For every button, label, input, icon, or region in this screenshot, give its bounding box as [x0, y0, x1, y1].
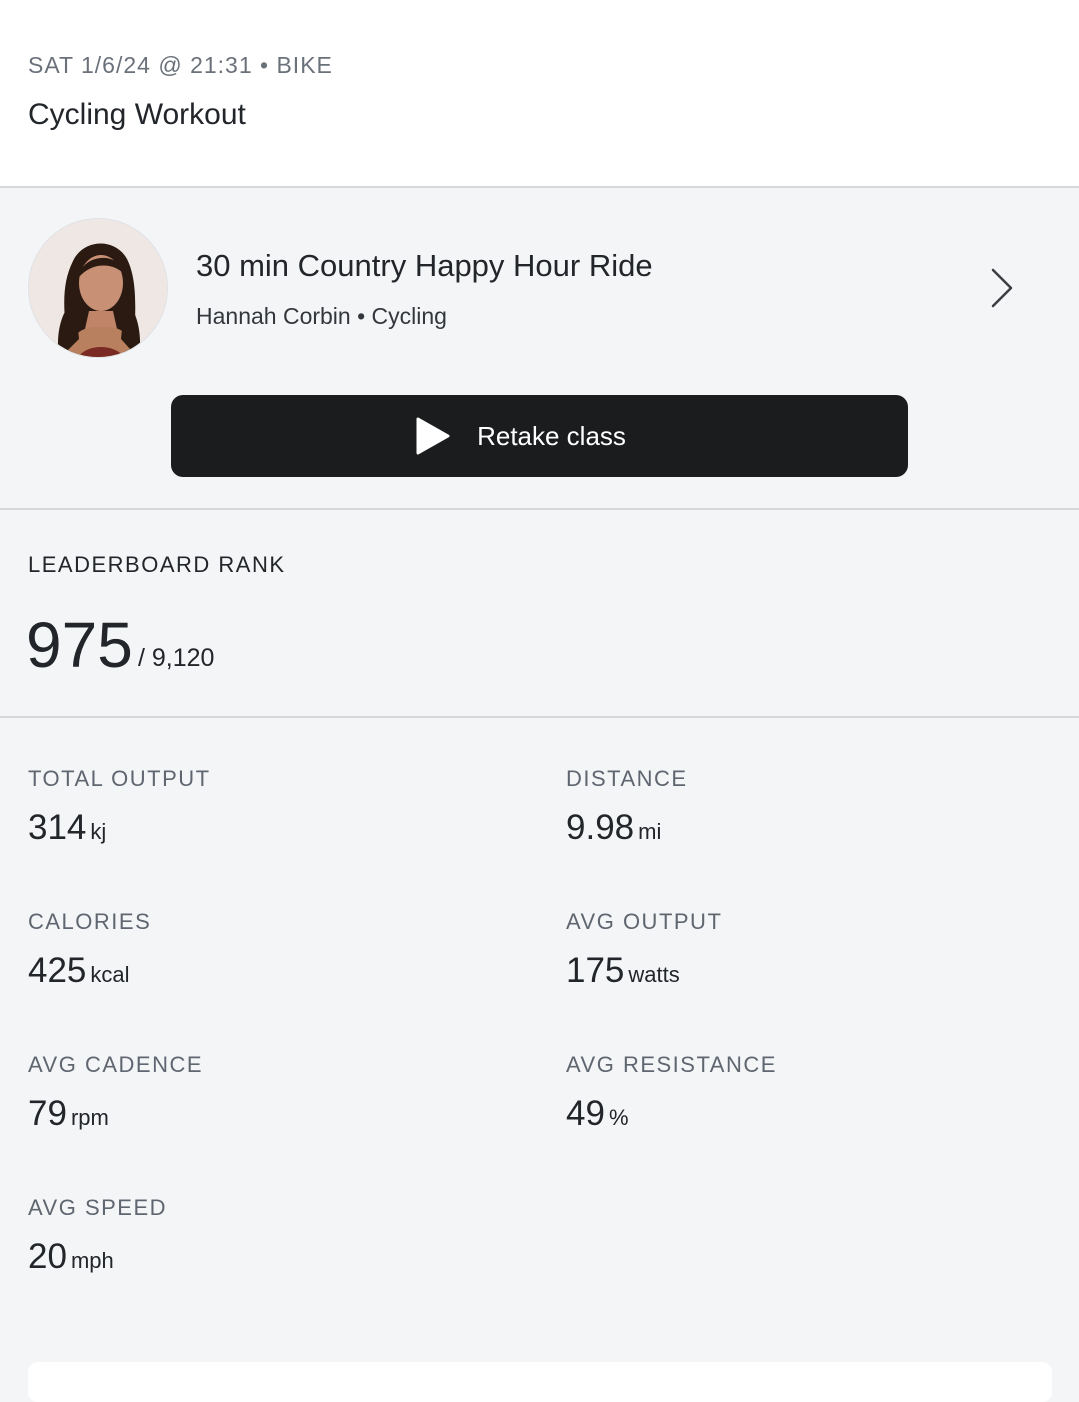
stat-avg-resistance: AVG RESISTANCE 49% — [566, 1052, 777, 1134]
stat-value: 20 — [28, 1237, 67, 1276]
stat-unit: watts — [628, 962, 680, 987]
stat-distance: DISTANCE 9.98 mi — [566, 766, 688, 848]
leaderboard-total: / 9,120 — [138, 644, 215, 672]
stat-value: 9.98 — [566, 808, 635, 847]
stat-unit: kj — [90, 819, 107, 844]
leaderboard-rank: 975 — [26, 609, 133, 681]
stat-label: AVG SPEED — [28, 1195, 168, 1220]
stat-label: AVG CADENCE — [28, 1052, 204, 1077]
stat-avg-output: AVG OUTPUT 175 watts — [566, 909, 722, 991]
stat-value: 314 — [28, 808, 87, 847]
stat-avg-cadence: AVG CADENCE 79 rpm — [28, 1052, 203, 1134]
stat-label: TOTAL OUTPUT — [28, 766, 211, 791]
stat-label: CALORIES — [28, 909, 152, 934]
stat-unit: mph — [70, 1248, 114, 1273]
stat-avg-speed: AVG SPEED 20 mph — [28, 1195, 167, 1277]
stat-total-output: TOTAL OUTPUT 314 kj — [28, 766, 211, 848]
play-icon — [416, 417, 450, 455]
stat-label: AVG OUTPUT — [566, 909, 723, 934]
class-subtitle: Hannah Corbin • Cycling — [196, 303, 447, 329]
stat-unit: rpm — [70, 1105, 109, 1130]
leaderboard-label: LEADERBOARD RANK — [28, 552, 286, 577]
stat-value: 425 — [28, 951, 87, 990]
chevron-right-icon[interactable] — [984, 266, 1018, 310]
retake-class-button[interactable]: Retake class — [171, 395, 908, 477]
stat-label: AVG RESISTANCE — [566, 1052, 777, 1077]
workout-header: SAT 1/6/24 @ 21:31 • BIKE Cycling Workou… — [0, 0, 1079, 188]
stat-unit: kcal — [90, 962, 130, 987]
instructor-avatar[interactable] — [28, 218, 168, 358]
stat-value: 49 — [566, 1094, 605, 1133]
stat-calories: CALORIES 425 kcal — [28, 909, 151, 991]
stat-value: 79 — [28, 1094, 67, 1133]
leaderboard-section: LEADERBOARD RANK 975 / 9,120 — [0, 512, 1079, 718]
retake-class-label: Retake class — [477, 420, 626, 451]
stat-unit: mi — [638, 819, 662, 844]
workout-title: Cycling Workout — [28, 98, 246, 131]
stat-label: DISTANCE — [566, 766, 688, 791]
stat-value: 175 — [566, 951, 625, 990]
stat-unit: % — [608, 1105, 629, 1130]
class-section: 30 min Country Happy Hour Ride Hannah Co… — [0, 190, 1079, 510]
class-name[interactable]: 30 min Country Happy Hour Ride — [196, 248, 653, 284]
bottom-card — [28, 1362, 1052, 1402]
workout-meta: SAT 1/6/24 @ 21:31 • BIKE — [28, 52, 333, 78]
